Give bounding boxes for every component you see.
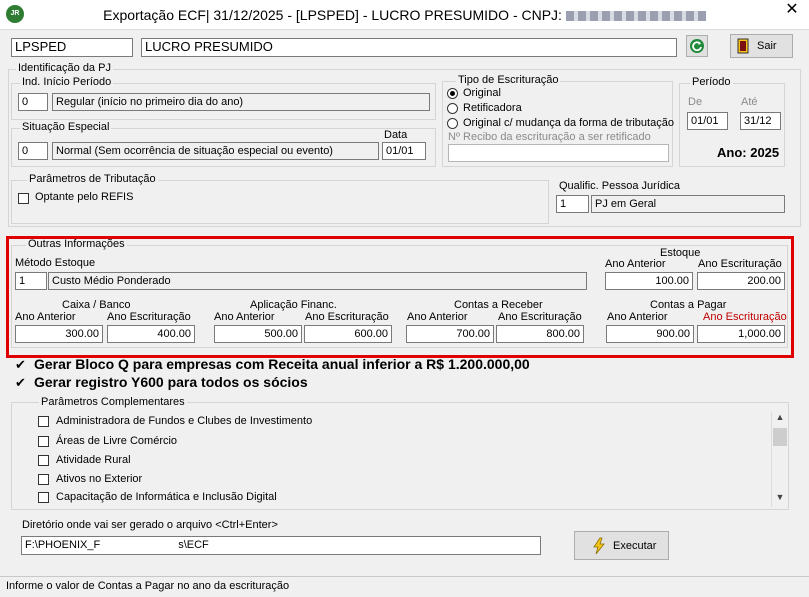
comp-label-3: Ativos no Exterior: [56, 473, 143, 485]
highlight-frame: [6, 236, 794, 358]
situacao-date-label: Data: [384, 129, 408, 141]
diretorio-value-end: s\ECF: [178, 539, 209, 551]
comp-checkbox-3[interactable]: [38, 474, 49, 485]
refresh-icon: [690, 39, 704, 53]
comp-checkbox-4[interactable]: [38, 492, 49, 503]
situacao-desc-field: Normal (Sem ocorrência de situação espec…: [52, 142, 379, 160]
exit-button[interactable]: Sair: [730, 34, 793, 58]
y600-check-icon[interactable]: ✔: [15, 375, 26, 391]
identificacao-legend: Identificação da PJ: [16, 62, 113, 74]
situacao-date-field[interactable]: 01/01: [382, 142, 426, 160]
comp-checkbox-2[interactable]: [38, 455, 49, 466]
radio-original-mudanca-label: Original c/ mudança da forma de tributaç…: [463, 117, 674, 129]
status-text: Informe o valor de Contas a Pagar no ano…: [6, 580, 290, 592]
comp-label-1: Áreas de Livre Comércio: [56, 435, 178, 447]
y600-label: Gerar registro Y600 para todos os sócios: [34, 374, 308, 390]
close-icon[interactable]: ✕: [775, 0, 809, 22]
periodo-de-label: De: [688, 96, 703, 108]
ind-inicio-desc-field: Regular (início no primeiro dia do ano): [52, 93, 430, 111]
qualif-desc-field: PJ em Geral: [591, 195, 785, 213]
radio-original[interactable]: [447, 88, 458, 99]
company-code-field[interactable]: LPSPED: [11, 38, 133, 57]
status-bar: Informe o valor de Contas a Pagar no ano…: [0, 576, 809, 597]
diretorio-field[interactable]: F:\PHOENIX_F s\ECF: [21, 536, 541, 555]
diretorio-label: Diretório onde vai ser gerado o arquivo …: [22, 519, 278, 531]
executar-button[interactable]: Executar: [574, 531, 669, 560]
complementares-scrollbar[interactable]: ▲ ▼: [771, 412, 788, 507]
comp-label-2: Atividade Rural: [56, 454, 131, 466]
company-name-field[interactable]: LUCRO PRESUMIDO: [141, 38, 677, 57]
scroll-thumb[interactable]: [773, 428, 787, 446]
bloco-q-label: Gerar Bloco Q para empresas com Receita …: [34, 356, 530, 372]
recibo-label: Nº Recibo da escrituração a ser retifica…: [448, 131, 651, 143]
scroll-up-icon[interactable]: ▲: [772, 412, 788, 426]
periodo-ate-label: Até: [741, 96, 758, 108]
comp-checkbox-0[interactable]: [38, 416, 49, 427]
complementares-legend: Parâmetros Complementares: [39, 396, 187, 408]
periodo-de-field[interactable]: 01/01: [687, 112, 728, 130]
refresh-button[interactable]: [686, 35, 708, 57]
executar-label: Executar: [613, 540, 657, 552]
complementares-list: Administradora de Fundos e Clubes de Inv…: [15, 410, 771, 507]
situacao-legend: Situação Especial: [20, 121, 112, 133]
refis-checkbox[interactable]: [18, 193, 29, 204]
scroll-down-icon[interactable]: ▼: [772, 492, 788, 506]
comp-label-4: Capacitação de Informática e Inclusão Di…: [56, 491, 277, 503]
qualif-code-field[interactable]: 1: [556, 195, 589, 213]
diretorio-value-start: F:\PHOENIX_F: [25, 539, 101, 551]
tipo-escrituracao-legend: Tipo de Escrituração: [456, 74, 561, 86]
radio-original-label: Original: [463, 87, 501, 99]
ind-inicio-legend: Ind. Início Período: [20, 76, 114, 88]
ind-inicio-code-field[interactable]: 0: [18, 93, 48, 111]
radio-retificadora-label: Retificadora: [463, 102, 522, 114]
periodo-ano: Ano: 2025: [717, 145, 780, 160]
window-title: Exportação ECF| 31/12/2025 - [LPSPED] - …: [0, 0, 809, 30]
comp-checkbox-1[interactable]: [38, 436, 49, 447]
redacted-cnpj: [565, 11, 706, 22]
radio-original-mudanca[interactable]: [447, 118, 458, 129]
radio-retificadora[interactable]: [447, 103, 458, 114]
recibo-field[interactable]: [448, 144, 669, 162]
situacao-code-field[interactable]: 0: [18, 142, 48, 160]
periodo-ate-field[interactable]: 31/12: [740, 112, 781, 130]
bloco-q-check-icon[interactable]: ✔: [15, 357, 26, 373]
refis-label: Optante pelo REFIS: [35, 191, 134, 203]
window-title-text: Exportação ECF| 31/12/2025 - [LPSPED] - …: [103, 7, 562, 23]
comp-label-0: Administradora de Fundos e Clubes de Inv…: [56, 415, 313, 427]
tributacao-legend: Parâmetros de Tributação: [27, 173, 158, 185]
qualif-label: Qualific. Pessoa Jurídica: [559, 180, 681, 192]
exit-button-label: Sair: [757, 40, 777, 52]
periodo-legend: Período: [690, 76, 733, 88]
lightning-icon: [593, 537, 605, 555]
exit-door-icon: [737, 38, 749, 54]
